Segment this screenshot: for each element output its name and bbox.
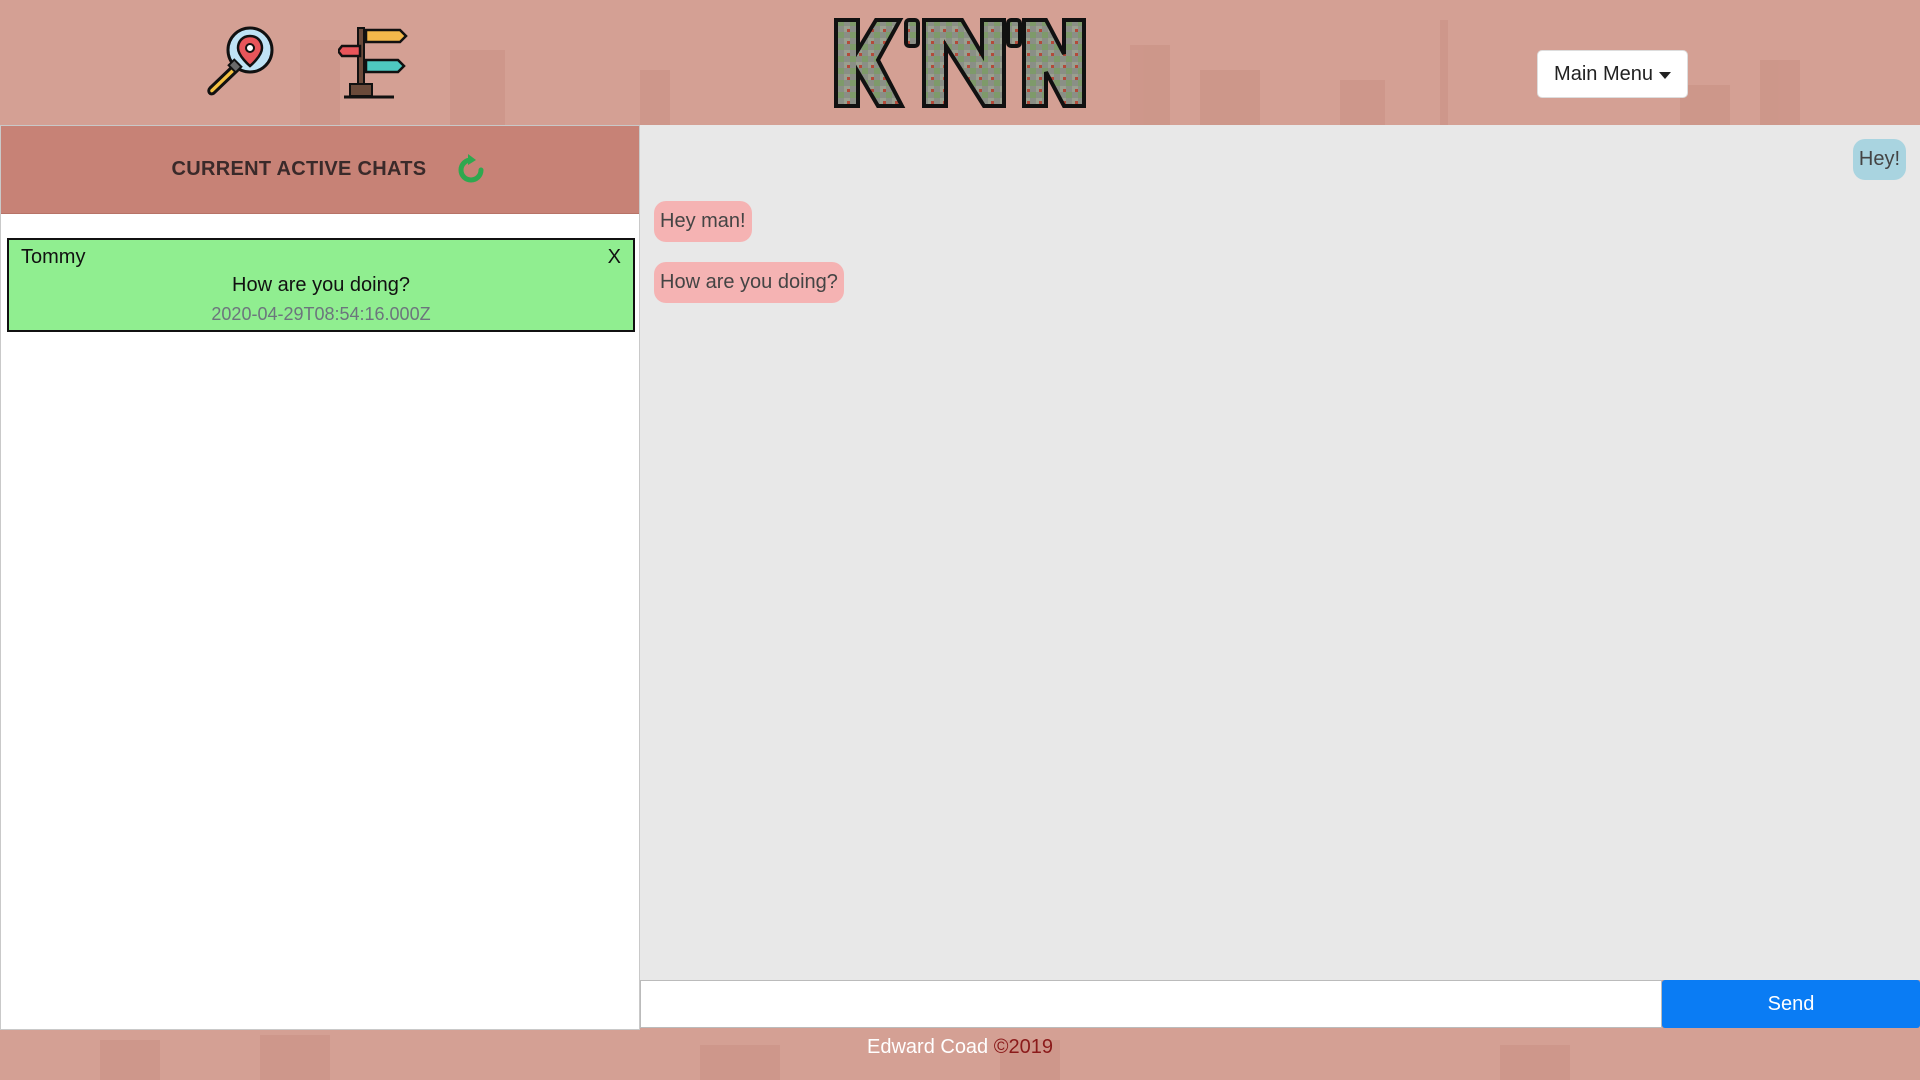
message-bubble-received: How are you doing? <box>654 262 844 303</box>
main-menu-dropdown[interactable]: Main Menu <box>1537 50 1688 98</box>
footer-author: Edward Coad <box>867 1036 989 1058</box>
chat-timestamp: 2020-04-29T08:54:16.000Z <box>211 304 431 324</box>
message-thread: Hey! Hey man! How are you doing? <box>640 125 1920 980</box>
chat-last-message: How are you doing? <box>232 274 410 296</box>
send-button[interactable]: Send <box>1662 980 1920 1028</box>
close-chat-button[interactable]: X <box>608 246 621 269</box>
chat-contact-name: Tommy <box>21 246 86 268</box>
message-bubble-received: Hey man! <box>654 201 752 242</box>
footer: Edward Coad ©2019 <box>0 1030 1920 1080</box>
active-chats-header: CURRENT ACTIVE CHATS <box>1 126 639 214</box>
header: Main Menu <box>0 0 1920 125</box>
app-logo <box>834 18 1086 108</box>
caret-down-icon <box>1658 71 1671 79</box>
footer-copyright: ©2019 <box>993 1036 1053 1058</box>
active-chats-title: CURRENT ACTIVE CHATS <box>171 158 427 180</box>
active-chats-panel: CURRENT ACTIVE CHATS Tommy X How are you… <box>0 125 640 1030</box>
message-bubble-sent: Hey! <box>1852 139 1906 180</box>
signpost-icon[interactable] <box>338 22 418 102</box>
main-menu-label: Main Menu <box>1554 62 1653 85</box>
map-search-icon[interactable] <box>200 22 280 102</box>
chat-list-item[interactable]: Tommy X How are you doing? 2020-04-29T08… <box>7 238 635 332</box>
message-input[interactable] <box>640 980 1662 1028</box>
refresh-icon[interactable] <box>454 153 488 187</box>
